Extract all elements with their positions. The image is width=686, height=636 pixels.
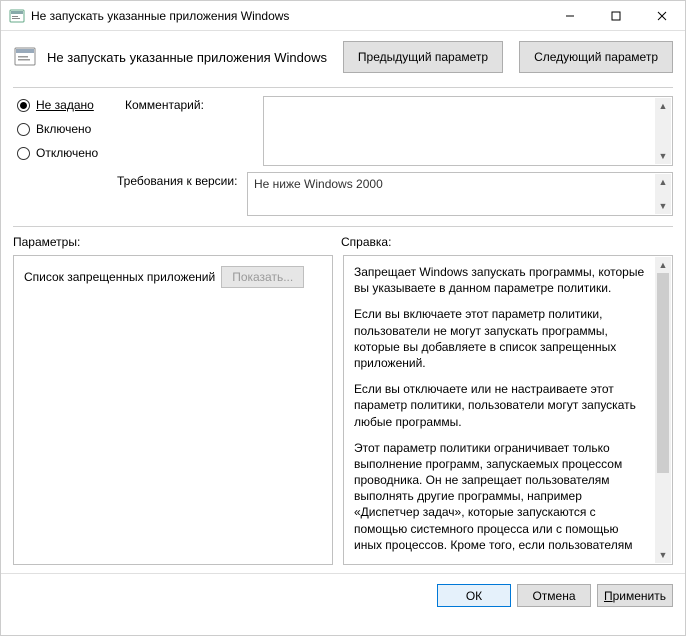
scroll-down-icon: ▼ bbox=[655, 198, 671, 214]
previous-setting-button[interactable]: Предыдущий параметр bbox=[343, 41, 503, 73]
show-button[interactable]: Показать... bbox=[221, 266, 304, 288]
scroll-down-icon: ▼ bbox=[655, 547, 671, 563]
radio-dot-icon bbox=[17, 123, 30, 136]
policy-title: Не запускать указанные приложения Window… bbox=[47, 50, 333, 65]
scroll-thumb[interactable] bbox=[657, 273, 669, 473]
help-panel: Запрещает Windows запускать программы, к… bbox=[343, 255, 673, 565]
divider bbox=[13, 87, 673, 88]
cancel-button[interactable]: Отмена bbox=[517, 584, 591, 607]
maximize-button[interactable] bbox=[593, 1, 639, 30]
comment-textarea[interactable]: ▲ ▼ bbox=[263, 96, 673, 166]
blocked-list-label: Список запрещенных приложений bbox=[24, 270, 215, 284]
dialog-footer: ОК Отмена Применить bbox=[1, 573, 685, 617]
scroll-up-icon: ▲ bbox=[655, 98, 671, 114]
policy-icon bbox=[13, 45, 37, 69]
scroll-up-icon: ▲ bbox=[655, 257, 671, 273]
divider bbox=[13, 226, 673, 227]
ok-button[interactable]: ОК bbox=[437, 584, 511, 607]
app-icon bbox=[9, 8, 25, 24]
radio-not-configured[interactable]: Не задано bbox=[17, 98, 117, 112]
help-scrollbar[interactable]: ▲ ▼ bbox=[655, 257, 671, 563]
radio-disabled-label: Отключено bbox=[36, 146, 98, 160]
radio-not-configured-label: Не задано bbox=[36, 98, 94, 112]
requirement-scrollbar[interactable]: ▲ ▼ bbox=[655, 174, 671, 214]
radio-enabled[interactable]: Включено bbox=[17, 122, 117, 136]
comment-label: Комментарий: bbox=[125, 96, 255, 170]
parameters-panel: Список запрещенных приложений Показать..… bbox=[13, 255, 333, 565]
radio-dot-icon bbox=[17, 147, 30, 160]
help-label: Справка: bbox=[341, 235, 391, 249]
window-title: Не запускать указанные приложения Window… bbox=[31, 9, 547, 23]
help-text: Запрещает Windows запускать программы, к… bbox=[354, 264, 664, 556]
radio-dot-icon bbox=[17, 99, 30, 112]
minimize-button[interactable] bbox=[547, 1, 593, 30]
apply-button[interactable]: Применить bbox=[597, 584, 673, 607]
requirement-value: Не ниже Windows 2000 bbox=[254, 177, 383, 191]
requirement-box: Не ниже Windows 2000 ▲ ▼ bbox=[247, 172, 673, 216]
radio-enabled-label: Включено bbox=[36, 122, 91, 136]
close-button[interactable] bbox=[639, 1, 685, 30]
requirement-label: Требования к версии: bbox=[117, 172, 239, 188]
help-paragraph: Если вы отключаете или не настраиваете э… bbox=[354, 381, 648, 430]
comment-scrollbar[interactable]: ▲ ▼ bbox=[655, 98, 671, 164]
scroll-down-icon: ▼ bbox=[655, 148, 671, 164]
help-paragraph: Если вы включаете этот параметр политики… bbox=[354, 306, 648, 371]
parameters-label: Параметры: bbox=[13, 235, 341, 249]
window-titlebar: Не запускать указанные приложения Window… bbox=[1, 1, 685, 31]
help-paragraph: Этот параметр политики ограничивает толь… bbox=[354, 440, 648, 556]
radio-disabled[interactable]: Отключено bbox=[17, 146, 117, 160]
policy-header: Не запускать указанные приложения Window… bbox=[1, 31, 685, 83]
scroll-up-icon: ▲ bbox=[655, 174, 671, 190]
help-paragraph: Запрещает Windows запускать программы, к… bbox=[354, 264, 648, 296]
next-setting-button[interactable]: Следующий параметр bbox=[519, 41, 673, 73]
